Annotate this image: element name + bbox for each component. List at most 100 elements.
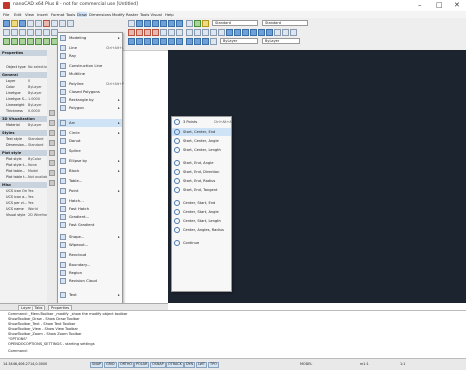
menu-item-rectangle[interactable]: Rectangle by ▸ xyxy=(58,96,122,104)
menu-help[interactable]: Help xyxy=(165,12,174,17)
view-icon[interactable] xyxy=(168,20,175,27)
menu-item-construction-line[interactable]: Construction Line xyxy=(58,62,122,70)
ellipse-icon[interactable] xyxy=(168,29,175,36)
menu-format[interactable]: Format xyxy=(51,12,64,17)
otrack-toggle[interactable]: OTRACK xyxy=(166,362,184,368)
ortho-toggle[interactable]: ORTHO xyxy=(118,362,135,368)
prop-row[interactable]: Material ByLayer xyxy=(0,122,47,128)
point-icon[interactable] xyxy=(202,29,209,36)
maximize-button[interactable]: □ xyxy=(436,1,443,9)
line-icon[interactable] xyxy=(49,110,55,116)
menu-modify[interactable]: Modify xyxy=(112,12,125,17)
polyline-icon[interactable] xyxy=(49,120,55,126)
menu-item-polyline[interactable]: Polyline Ctrl+Alt+P xyxy=(58,80,124,88)
light-icon[interactable] xyxy=(202,20,209,27)
menu-item-modeling[interactable]: Modeling ▸ xyxy=(58,34,122,42)
submenu-item-center-start-angle[interactable]: Center, Start, Angle xyxy=(172,208,231,216)
polyline-icon[interactable] xyxy=(136,29,143,36)
circle-icon[interactable] xyxy=(152,29,159,36)
explode-icon[interactable] xyxy=(152,38,159,45)
arc-icon[interactable] xyxy=(144,29,151,36)
grid-toggle[interactable]: GRID xyxy=(104,362,117,368)
rectangle-icon[interactable] xyxy=(49,150,55,156)
prop-row[interactable]: Plot table t... Not available xyxy=(0,174,50,180)
menu-item-multiline[interactable]: Multiline xyxy=(58,70,122,78)
prop-row[interactable]: Visual style 2D Wireframe xyxy=(0,212,52,218)
menu-item-polygon[interactable]: Polygon ▸ xyxy=(58,104,122,112)
prop-row[interactable]: Thickness 0.0000 xyxy=(0,108,47,114)
tolerance-icon[interactable] xyxy=(242,29,249,36)
submenu-item-start-end-radius[interactable]: Start, End, Radius xyxy=(172,177,231,185)
menu-insert[interactable]: Insert xyxy=(37,12,48,17)
annotation-scale[interactable]: 1:1 xyxy=(400,362,405,366)
zoom-icon[interactable] xyxy=(144,20,151,27)
menu-item-fast-hatch[interactable]: Fast Hatch xyxy=(58,205,122,213)
new-icon[interactable] xyxy=(3,20,10,27)
menu-dimensions[interactable]: Dimensions xyxy=(89,12,111,17)
rectangle-icon[interactable] xyxy=(160,29,167,36)
pan-icon[interactable] xyxy=(136,20,143,27)
grid-icon[interactable] xyxy=(218,29,225,36)
close-button[interactable]: ✕ xyxy=(454,1,460,9)
scale-indicator[interactable]: m1:1 xyxy=(360,362,369,366)
color-dropdown[interactable]: ByLayer xyxy=(220,38,258,44)
matchprop-icon[interactable] xyxy=(202,38,209,45)
paste-icon[interactable] xyxy=(59,20,66,27)
menu-draw[interactable]: Draw xyxy=(77,12,87,17)
dimension-icon[interactable] xyxy=(49,180,55,186)
hatch-icon[interactable] xyxy=(176,29,183,36)
erase-icon[interactable] xyxy=(186,38,193,45)
copy-icon[interactable] xyxy=(51,20,58,27)
preview-icon[interactable] xyxy=(35,20,42,27)
menu-item-wipeout[interactable]: Wipeout... xyxy=(58,241,122,249)
zoom-extents-icon[interactable] xyxy=(160,20,167,27)
menu-item-block[interactable]: Block ▸ xyxy=(58,167,122,175)
open-icon[interactable] xyxy=(11,20,18,27)
undo-icon[interactable] xyxy=(67,20,74,27)
menu-item-circle[interactable]: Circle ▸ xyxy=(58,129,122,137)
command-prompt[interactable]: Command: xyxy=(8,349,28,353)
fillet-icon[interactable] xyxy=(128,38,135,45)
osnap-toggle[interactable]: OSNAP xyxy=(150,362,166,368)
menu-item-region[interactable]: Region xyxy=(58,269,122,277)
match-icon[interactable] xyxy=(19,29,26,36)
menu-item-arc[interactable]: Arc ▸ xyxy=(58,119,122,127)
menu-item-gradient[interactable]: Gradient... xyxy=(58,213,122,221)
leader-icon[interactable] xyxy=(234,29,241,36)
menu-view[interactable]: View xyxy=(25,12,34,17)
menu-file[interactable]: File xyxy=(3,12,9,17)
lwt-toggle[interactable]: LWT xyxy=(196,362,208,368)
offset-icon[interactable] xyxy=(35,38,42,45)
line-icon[interactable] xyxy=(128,29,135,36)
dyn-toggle[interactable]: DYN xyxy=(184,362,196,368)
menu-item-shape[interactable]: Shape... ▸ xyxy=(58,233,122,241)
submenu-item-center-angles-radius[interactable]: Center, Angles, Radius xyxy=(172,226,231,234)
join-icon[interactable] xyxy=(176,38,183,45)
attribute-icon[interactable] xyxy=(27,29,34,36)
polar-toggle[interactable]: POLAR xyxy=(134,362,150,368)
submenu-item-continue[interactable]: Continue xyxy=(172,239,231,247)
chamfer-icon[interactable] xyxy=(136,38,143,45)
menu-item-revision-cloud[interactable]: Revision Cloud xyxy=(58,277,122,285)
menu-item-table[interactable]: Table... xyxy=(58,177,122,185)
text-style-dropdown[interactable]: Standard xyxy=(212,20,258,26)
stretch-icon[interactable] xyxy=(160,38,167,45)
model-indicator[interactable]: MODEL xyxy=(300,362,312,366)
menu-item-donut[interactable]: Donut xyxy=(58,137,122,145)
menu-item-ray[interactable]: Ray xyxy=(58,52,122,60)
break-icon[interactable] xyxy=(168,38,175,45)
cut-icon[interactable] xyxy=(43,20,50,27)
menu-item-line[interactable]: Line Ctrl+Alt+L xyxy=(58,44,124,52)
snap-icon[interactable] xyxy=(210,29,217,36)
scale-icon[interactable] xyxy=(19,38,26,45)
submenu-item-start-center-length[interactable]: Start, Center, Length xyxy=(172,146,231,154)
menu-item-text[interactable]: Text ▸ xyxy=(58,291,122,299)
distance-icon[interactable] xyxy=(266,29,273,36)
submenu-item-center-start-end[interactable]: Center, Start, End xyxy=(172,199,231,207)
save-icon[interactable] xyxy=(19,20,26,27)
area-icon[interactable] xyxy=(258,29,265,36)
dimension-icon[interactable] xyxy=(226,29,233,36)
menu-item-spline[interactable]: Spline xyxy=(58,147,122,155)
menu-raster[interactable]: Raster xyxy=(126,12,138,17)
trim-icon[interactable] xyxy=(43,38,50,45)
